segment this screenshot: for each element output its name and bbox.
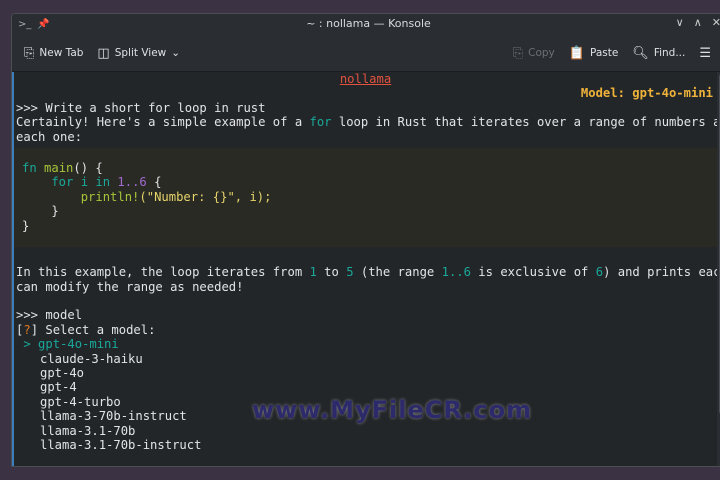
code-line: } [22,204,59,219]
split-view-icon: ◫ [97,45,110,61]
chevron-down-icon: ⌄ [171,47,181,59]
model-option[interactable]: claude-3-haiku [14,352,717,366]
cursor-icon: > [16,337,39,352]
user-prompt: >>> model [16,308,83,323]
menu-icon: ☰ [699,45,711,61]
code-token: for i in [22,175,118,190]
hamburger-menu-button[interactable]: ☰ [699,46,711,61]
new-tab-button[interactable]: ⎘ New Tab [24,46,83,61]
model-option[interactable]: llama-3.1-70b-instruct [14,438,717,452]
code-token: () { [73,160,103,175]
paste-button[interactable]: 📋 Paste [569,46,619,61]
model-option[interactable]: gpt-4o [14,366,717,380]
window-title: ~ : nollama — Konsole [306,17,431,30]
find-button[interactable]: 🔍︎ Find... [632,46,685,61]
code-token: println! [22,189,140,204]
paste-label: Paste [589,47,619,59]
toolbar: ⎘ New Tab ◫ Split View ⌄ ⎘ Copy 📋 Paste 🔍︎ Fin… [12,35,720,72]
app-header: nollama [339,72,392,86]
search-icon: 🔍︎ [632,45,649,61]
split-view-label: Split View [114,47,167,59]
new-tab-label: New Tab [39,47,84,59]
select-prompt: [?] Select a model: [16,322,156,337]
minimize-button[interactable]: ∨ [676,16,684,29]
code-token: ("Number: {}", i); [139,189,272,204]
code-token: 1..6 [117,175,147,190]
copy-label: Copy [528,47,555,59]
split-view-button[interactable]: ◫ Split View ⌄ [97,46,180,61]
model-option-selected[interactable]: > gpt-4o-mini [14,337,717,351]
code-block: fn main() { for i in 1..6 { println!("Nu… [14,147,717,247]
new-tab-icon: ⎘ [24,45,35,61]
explanation-line: can modify the range as needed! [16,279,244,294]
find-label: Find... [653,47,686,59]
model-label: Model: gpt-4o-mini [580,86,713,101]
code-token: { [146,175,162,190]
paste-icon: 📋 [568,45,585,61]
response-line: each one: [16,129,83,144]
title-bar: >_ 📌 ~ : nollama — Konsole ∨ ∧ ✕ [12,14,720,35]
code-token: fn [22,160,45,175]
code-token: main [44,160,74,175]
model-option[interactable]: gpt-4 [14,380,717,394]
code-line: } [22,218,30,233]
explanation-line: In this example, the loop iterates from … [16,265,720,280]
close-button[interactable]: ✕ [712,16,720,29]
maximize-button[interactable]: ∧ [694,16,702,29]
response-line: Certainly! Here's a simple example of a … [16,115,720,130]
model-option[interactable]: llama-3.1-70b [14,424,717,438]
user-prompt: >>> Write a short for loop in rust [16,100,266,115]
copy-button[interactable]: ⎘ Copy [513,46,555,61]
watermark: www.MyFileCR.com [252,396,533,424]
copy-icon: ⎘ [512,45,524,61]
